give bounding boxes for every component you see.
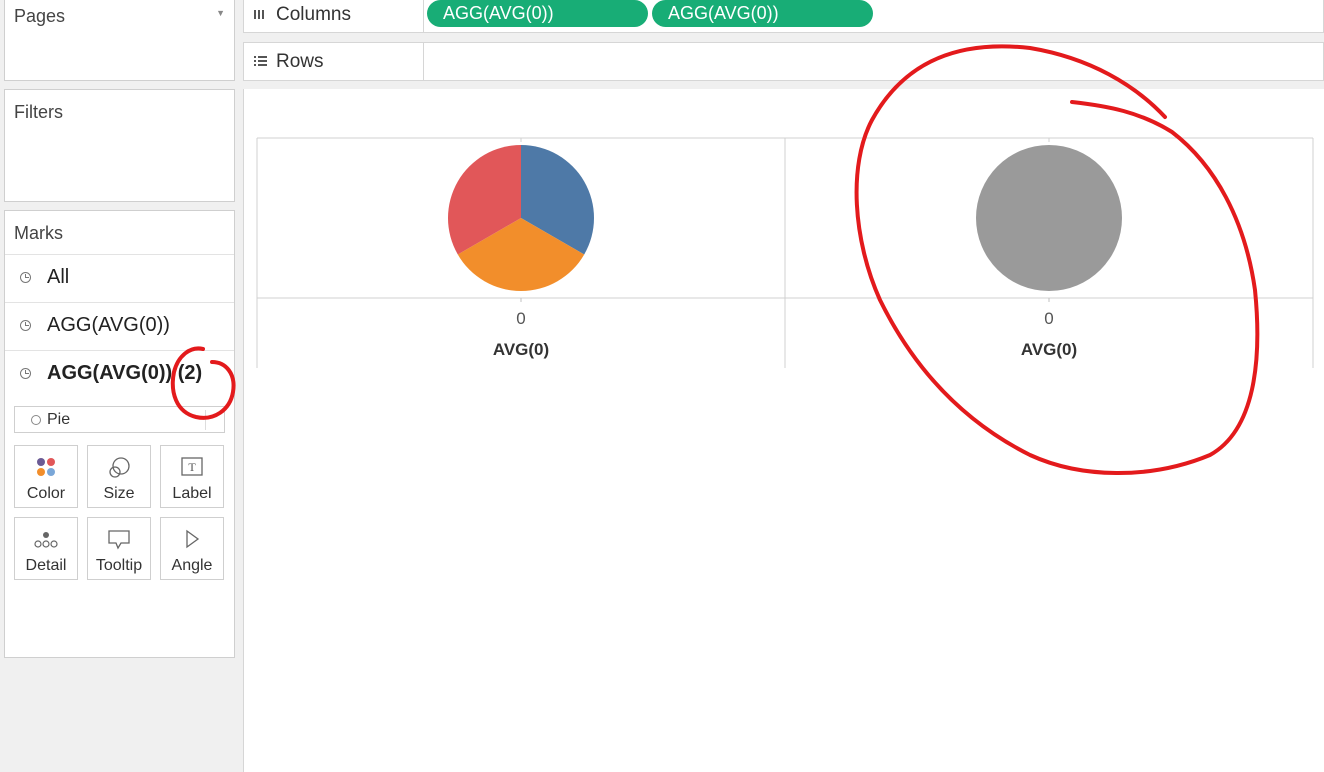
pie-mark-icon [20, 368, 31, 379]
rows-icon [254, 56, 267, 66]
rows-shelf[interactable]: Rows [243, 42, 1324, 81]
chevron-down-icon[interactable]: ▼ [216, 8, 225, 18]
viz-svg [256, 137, 1314, 368]
label-button[interactable]: T Label [160, 445, 224, 508]
mark-type-dropdown[interactable]: Pie [14, 406, 225, 433]
axis-title[interactable]: AVG(0) [451, 340, 591, 360]
pie-mark-icon [20, 272, 31, 283]
rows-label: Rows [276, 51, 324, 72]
marks-row-label: AGG(AVG(0)) (2) [47, 362, 203, 384]
angle-icon [186, 529, 200, 549]
marks-row-all[interactable]: All [5, 254, 234, 302]
color-button[interactable]: Color [14, 445, 78, 508]
label-icon: T [181, 457, 203, 476]
pie-mark-icon [20, 320, 31, 331]
mark-type-label: Pie [47, 411, 71, 428]
marks-card: Marks All AGG(AVG(0)) AGG(AVG(0)) (2) Pi… [4, 210, 235, 658]
dropdown-divider [205, 410, 206, 430]
marks-row-label: AGG(AVG(0)) [47, 314, 170, 336]
pages-title: Pages [14, 6, 66, 26]
columns-shelf[interactable]: Columns AGG(AVG(0)) AGG(AVG(0)) [243, 0, 1324, 33]
pie-slice[interactable] [976, 145, 1122, 291]
columns-icon [254, 10, 264, 19]
angle-button[interactable]: Angle [160, 517, 224, 580]
pages-card[interactable]: Pages ▼ [4, 0, 235, 81]
detail-button-label: Detail [25, 557, 67, 574]
columns-label: Columns [276, 4, 351, 25]
marks-row-agg-1[interactable]: AGG(AVG(0)) [5, 302, 234, 350]
color-icon [37, 458, 55, 476]
viz-canvas: 0 AVG(0) 0 AVG(0) [243, 89, 1324, 772]
detail-icon [34, 532, 58, 548]
column-pill[interactable]: AGG(AVG(0)) [427, 0, 648, 27]
axis-tick-label: 0 [1044, 309, 1054, 328]
detail-button[interactable]: Detail [14, 517, 78, 580]
filters-card[interactable]: Filters [4, 89, 235, 202]
label-button-label: Label [172, 485, 212, 502]
shelf-divider [423, 0, 424, 32]
shelf-divider [423, 43, 424, 80]
color-button-label: Color [26, 485, 66, 502]
marks-row-agg-2[interactable]: AGG(AVG(0)) (2) [5, 350, 234, 398]
tooltip-icon [108, 530, 130, 550]
angle-button-label: Angle [171, 557, 213, 574]
pie-icon [31, 415, 41, 425]
marks-title: Marks [14, 223, 63, 243]
column-pill[interactable]: AGG(AVG(0)) [652, 0, 873, 27]
tooltip-button-label: Tooltip [95, 557, 143, 574]
size-button[interactable]: Size [87, 445, 151, 508]
pie-chart-right[interactable] [976, 145, 1122, 291]
size-icon [109, 457, 130, 478]
pie-chart-left[interactable] [448, 145, 594, 291]
axis-title[interactable]: AVG(0) [979, 340, 1119, 360]
svg-text:T: T [188, 460, 196, 474]
filters-title: Filters [14, 102, 63, 122]
size-button-label: Size [103, 485, 135, 502]
marks-row-label: All [47, 266, 70, 288]
tooltip-button[interactable]: Tooltip [87, 517, 151, 580]
axis-tick-label: 0 [516, 309, 526, 328]
